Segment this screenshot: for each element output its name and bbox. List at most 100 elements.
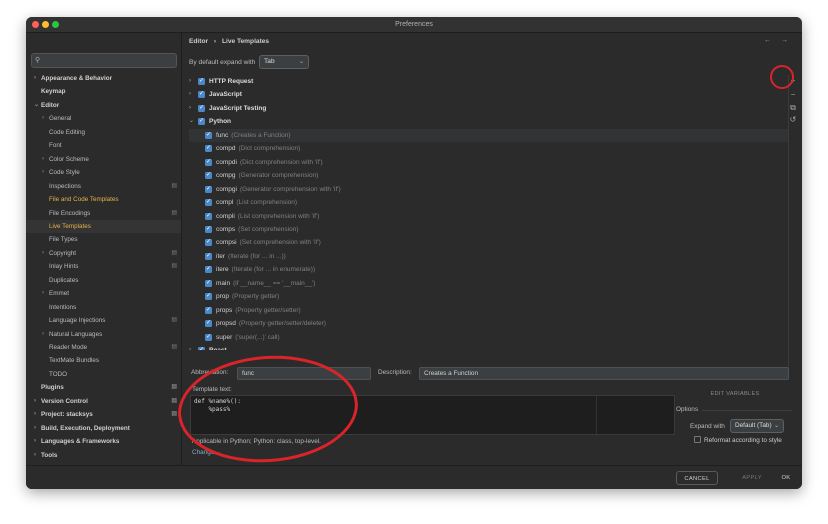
sidebar-item[interactable]: File and Code Templates — [26, 193, 181, 206]
template-group-row[interactable]: ⌄ ✓ Python — [189, 115, 788, 128]
reformat-checkbox[interactable]: Reformat according to style — [694, 436, 782, 444]
chevron-right-icon[interactable]: › — [34, 435, 36, 448]
template-checkbox[interactable]: ✓ — [205, 131, 212, 139]
sidebar-item[interactable]: TextMate Bundles — [26, 354, 181, 367]
group-checkbox[interactable]: ✓ — [198, 78, 205, 85]
template-item-row[interactable]: ✓ iter (Iterate (for ... in ...)) — [189, 250, 788, 263]
chevron-right-icon[interactable]: › — [189, 88, 191, 101]
chevron-right-icon[interactable]: › — [34, 422, 36, 435]
template-item-row[interactable]: ✓ comps (Set comprehension) — [189, 223, 788, 236]
expand-with-select[interactable]: Default (Tab) ⌄ — [730, 419, 784, 433]
sidebar-item[interactable]: › Tools — [26, 449, 181, 462]
settings-search-input[interactable]: ⚲ — [31, 53, 177, 68]
chevron-right-icon[interactable]: › — [42, 247, 44, 260]
sidebar-item[interactable]: Inlay Hints ▤ — [26, 260, 181, 273]
remove-template-icon[interactable]: − — [788, 90, 798, 100]
template-item-row[interactable]: ✓ main (if __name__ == '__main__') — [189, 277, 788, 290]
chevron-right-icon[interactable]: › — [189, 102, 191, 115]
sidebar-item[interactable]: › Copyright ▤ — [26, 247, 181, 260]
description-field[interactable]: Creates a Function — [419, 367, 789, 380]
template-item-row[interactable]: ✓ propsd (Property getter/setter/deleter) — [189, 317, 788, 330]
template-item-row[interactable]: ✓ compli (List comprehension with 'if') — [189, 210, 788, 223]
template-group-row[interactable]: › ✓ React — [189, 344, 788, 350]
template-group-row[interactable]: › ✓ HTTP Request — [189, 75, 788, 88]
group-checkbox[interactable]: ✓ — [198, 104, 205, 112]
template-checkbox[interactable]: ✓ — [205, 158, 212, 166]
sidebar-item[interactable]: Plugins ▤ — [26, 381, 181, 394]
template-item-row[interactable]: ✓ compg (Generator comprehension) — [189, 169, 788, 182]
sidebar-item[interactable]: › Natural Languages — [26, 328, 181, 341]
template-checkbox[interactable]: ✓ — [205, 320, 212, 328]
chevron-right-icon[interactable]: › — [34, 449, 36, 462]
chevron-right-icon[interactable]: › — [42, 328, 44, 341]
chevron-right-icon[interactable]: › — [34, 395, 36, 408]
template-item-row[interactable]: ✓ prop (Property getter) — [189, 290, 788, 303]
template-group-row[interactable]: › ✓ JavaScript — [189, 88, 788, 101]
default-expand-select[interactable]: Tab ⌄ — [259, 55, 309, 69]
template-item-row[interactable]: ✓ itere (Iterate (for ... in enumerate)) — [189, 263, 788, 276]
sidebar-item[interactable]: › Build, Execution, Deployment — [26, 422, 181, 435]
sidebar-item[interactable]: › Emmet — [26, 287, 181, 300]
template-checkbox[interactable]: ✓ — [205, 172, 212, 180]
template-item-row[interactable]: ✓ compdi (Dict comprehension with 'if') — [189, 156, 788, 169]
template-checkbox[interactable]: ✓ — [205, 145, 212, 153]
chevron-right-icon[interactable]: › — [42, 287, 44, 300]
sidebar-item[interactable]: ⌄ Editor — [26, 99, 181, 112]
template-checkbox[interactable]: ✓ — [205, 333, 212, 341]
chevron-down-icon[interactable]: ⌄ — [189, 115, 194, 128]
sidebar-item[interactable]: › Languages & Frameworks — [26, 435, 181, 448]
breadcrumb-parent[interactable]: Editor — [189, 38, 208, 45]
sidebar-item[interactable]: › Code Style — [26, 166, 181, 179]
template-checkbox[interactable]: ✓ — [205, 185, 212, 193]
template-checkbox[interactable]: ✓ — [205, 239, 212, 247]
sidebar-item[interactable]: Font — [26, 139, 181, 152]
reformat-checkbox-box[interactable] — [694, 436, 701, 443]
chevron-right-icon[interactable]: › — [42, 112, 44, 125]
sidebar-item[interactable]: File Types — [26, 233, 181, 246]
template-item-row[interactable]: ✓ super ('super(...)' call) — [189, 331, 788, 344]
template-group-row[interactable]: › ✓ JavaScript Testing — [189, 102, 788, 115]
sidebar-item[interactable]: Keymap — [26, 85, 181, 98]
sidebar-item[interactable]: Intentions — [26, 301, 181, 314]
sidebar-item[interactable]: Live Templates — [26, 219, 181, 233]
chevron-right-icon[interactable]: › — [34, 72, 36, 85]
back-forward-arrows-icon[interactable]: ← → — [764, 37, 792, 44]
chevron-down-icon[interactable]: ⌄ — [34, 99, 39, 112]
template-checkbox[interactable]: ✓ — [205, 266, 212, 274]
sidebar-item[interactable]: Duplicates — [26, 274, 181, 287]
cancel-button[interactable]: CANCEL — [676, 471, 718, 485]
chevron-right-icon[interactable]: › — [189, 344, 191, 350]
template-checkbox[interactable]: ✓ — [205, 252, 212, 260]
chevron-right-icon[interactable]: › — [42, 166, 44, 179]
sidebar-item[interactable]: TODO — [26, 368, 181, 381]
group-checkbox[interactable]: ✓ — [198, 347, 205, 350]
chevron-right-icon[interactable]: › — [42, 153, 44, 166]
template-item-row[interactable]: ✓ compl (List comprehension) — [189, 196, 788, 209]
template-checkbox[interactable]: ✓ — [205, 306, 212, 314]
chevron-right-icon[interactable]: › — [34, 408, 36, 421]
template-checkbox[interactable]: ✓ — [205, 199, 212, 207]
chevron-right-icon[interactable]: › — [189, 75, 191, 88]
ok-button[interactable]: OK — [774, 471, 798, 485]
group-checkbox[interactable]: ✓ — [198, 118, 205, 126]
template-item-row[interactable]: ✓ func (Creates a Function) — [189, 128, 788, 143]
template-item-row[interactable]: ✓ compgi (Generator comprehension with 'if… — [189, 183, 788, 196]
sidebar-item[interactable]: › Appearance & Behavior — [26, 72, 181, 85]
sidebar-item[interactable]: Language Injections ▤ — [26, 314, 181, 327]
template-item-row[interactable]: ✓ compsi (Set comprehension with 'if') — [189, 236, 788, 249]
sidebar-item[interactable]: Inspections ▤ — [26, 180, 181, 193]
duplicate-template-icon[interactable]: ⧉ — [788, 103, 798, 113]
sidebar-item[interactable]: Code Editing — [26, 126, 181, 139]
template-item-row[interactable]: ✓ compd (Dict comprehension) — [189, 142, 788, 155]
sidebar-item[interactable]: › General — [26, 112, 181, 125]
template-item-row[interactable]: ✓ props (Property getter/setter) — [189, 304, 788, 317]
group-checkbox[interactable]: ✓ — [198, 91, 205, 99]
sidebar-item[interactable]: File Encodings ▤ — [26, 207, 181, 220]
sidebar-item[interactable]: › Project: stacksys ▤ — [26, 408, 181, 421]
template-checkbox[interactable]: ✓ — [205, 279, 212, 287]
template-checkbox[interactable]: ✓ — [205, 212, 212, 220]
sidebar-item[interactable]: › Color Scheme — [26, 153, 181, 166]
apply-button[interactable]: APPLY — [732, 471, 772, 485]
restore-defaults-icon[interactable]: ↺ — [788, 115, 798, 125]
edit-variables-button[interactable]: EDIT VARIABLES — [676, 388, 794, 401]
